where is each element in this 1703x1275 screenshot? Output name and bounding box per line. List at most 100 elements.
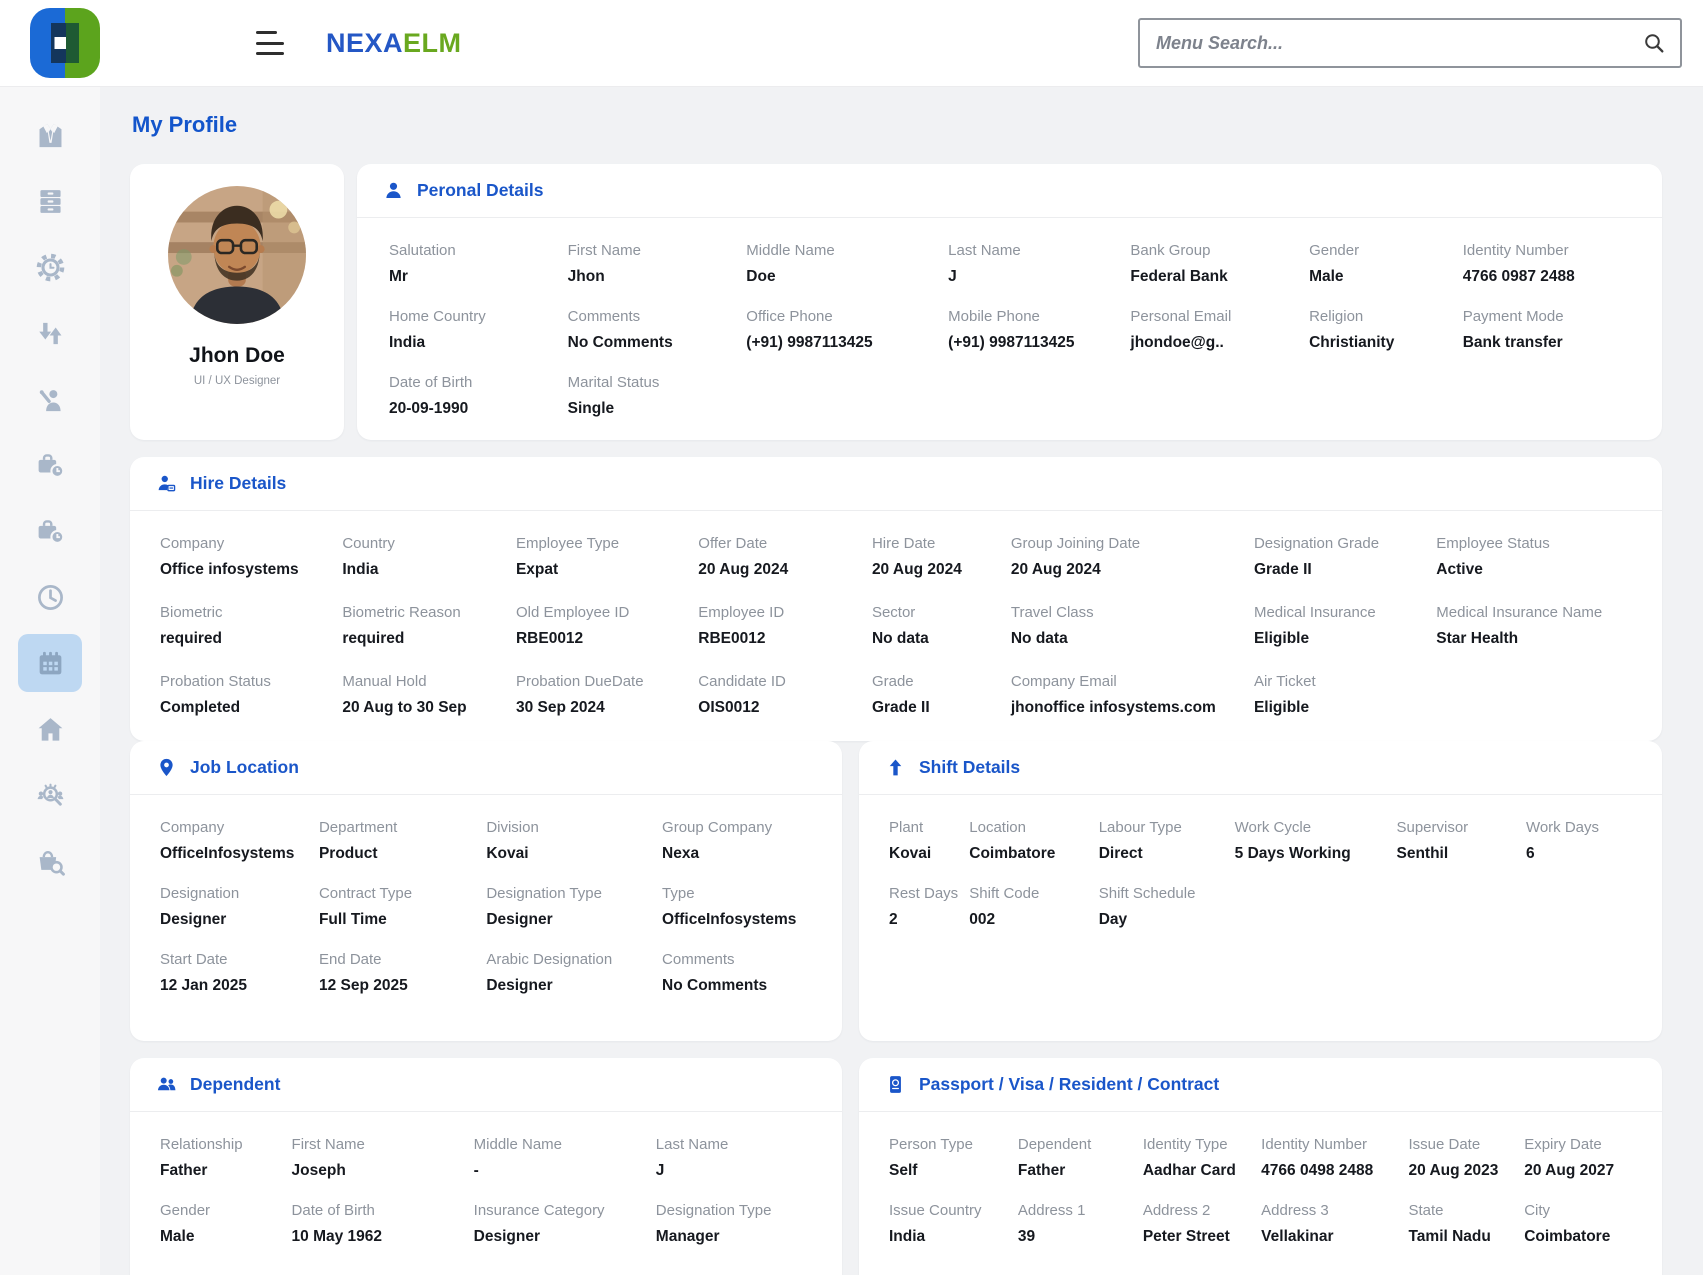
field-label: Company xyxy=(160,819,319,836)
field: CompanyOfficeInfosystems xyxy=(160,819,319,863)
field-label: Sector xyxy=(872,604,1011,621)
field-label: Dependent xyxy=(1018,1136,1143,1153)
field-value: 5 Days Working xyxy=(1235,845,1397,863)
menu-search-box[interactable] xyxy=(1138,18,1682,68)
field: First NameJoseph xyxy=(292,1136,474,1180)
field: Offer Date20 Aug 2024 xyxy=(698,535,872,579)
search-input[interactable] xyxy=(1154,32,1642,55)
field: Address 3Vellakinar xyxy=(1261,1202,1408,1246)
field: CompanyOffice infosystems xyxy=(160,535,342,579)
field-value: Father xyxy=(160,1162,292,1180)
field: Issue CountryIndia xyxy=(889,1202,1018,1246)
field-value: 12 Jan 2025 xyxy=(160,977,319,995)
field: SupervisorSenthil xyxy=(1396,819,1525,863)
field-value: OIS0012 xyxy=(698,699,872,717)
field-value: Designer xyxy=(486,911,662,929)
job-location-card: Job Location CompanyOfficeInfosystemsDep… xyxy=(130,741,842,1041)
person-badge-icon xyxy=(156,473,177,494)
field-value: Eligible xyxy=(1254,630,1436,648)
passport-header: Passport / Visa / Resident / Contract xyxy=(859,1058,1662,1112)
sidebar-item-home[interactable] xyxy=(18,696,82,762)
field: GradeGrade II xyxy=(872,673,1011,717)
search-icon[interactable] xyxy=(1642,31,1666,55)
field: Employee StatusActive xyxy=(1436,535,1636,579)
arrow-up-icon xyxy=(885,757,906,778)
job-location-header: Job Location xyxy=(130,741,842,795)
field: Religion Christianity xyxy=(1309,308,1463,352)
field: Dependent Father xyxy=(1018,1136,1143,1180)
field-label: Type xyxy=(662,885,816,902)
field-label: Gender xyxy=(160,1202,292,1219)
field-label: Air Ticket xyxy=(1254,673,1436,690)
sidebar-item-time[interactable] xyxy=(18,564,82,630)
field-value: required xyxy=(342,630,516,648)
field: DivisionKovai xyxy=(486,819,662,863)
sidebar-item-transfers[interactable] xyxy=(18,300,82,366)
field: Shift ScheduleDay xyxy=(1099,885,1235,929)
sidebar-item-workforce[interactable] xyxy=(18,102,82,168)
dependent-card: Dependent RelationshipFatherFirst NameJo… xyxy=(130,1058,842,1275)
field-value: Coimbatore xyxy=(1524,1228,1636,1246)
field-label: Mobile Phone xyxy=(948,308,1130,325)
field-value: jhonoffice infosystems.com xyxy=(1011,699,1254,717)
field-label: Probation Status xyxy=(160,673,342,690)
field-label: Person Type xyxy=(889,1136,1018,1153)
field-value: Aadhar Card xyxy=(1143,1162,1261,1180)
field-label: Bank Group xyxy=(1130,242,1309,259)
field-value: Office infosystems xyxy=(160,561,342,579)
field-label: Biometric xyxy=(160,604,342,621)
sidebar-item-leave[interactable] xyxy=(18,432,82,498)
nexaelm-logo-icon xyxy=(30,8,100,78)
sidebar-item-self-service[interactable] xyxy=(18,366,82,432)
sidebar-item-records[interactable] xyxy=(18,168,82,234)
section-title: Job Location xyxy=(190,757,299,778)
field-label: Last Name xyxy=(948,242,1130,259)
field-value: Christianity xyxy=(1309,334,1463,352)
sidebar-item-job-search[interactable] xyxy=(18,828,82,894)
field: Probation DueDate30 Sep 2024 xyxy=(516,673,698,717)
field-value: 39 xyxy=(1018,1228,1143,1246)
field: Address 139 xyxy=(1018,1202,1143,1246)
field-label: Insurance Category xyxy=(474,1202,656,1219)
hire-details-fields: CompanyOffice infosystemsCountryIndiaEmp… xyxy=(130,511,1662,737)
field-label: Manual Hold xyxy=(342,673,516,690)
field-value: Eligible xyxy=(1254,699,1436,717)
field-value: 20 Aug 2024 xyxy=(698,561,872,579)
field-label: Middle Name xyxy=(474,1136,656,1153)
home-icon xyxy=(35,714,66,745)
field-label: Payment Mode xyxy=(1463,308,1636,325)
field-label: Expiry Date xyxy=(1524,1136,1636,1153)
personal-details-card: Peronal Details SalutationMrFirst NameJh… xyxy=(357,164,1662,440)
field-label: Grade xyxy=(872,673,1011,690)
field-label: Religion xyxy=(1309,308,1463,325)
field: Biometric Reasonrequired xyxy=(342,604,516,648)
field: CommentsNo Comments xyxy=(662,951,816,995)
personal-details-header: Peronal Details xyxy=(357,164,1662,218)
field-value: Father xyxy=(1018,1162,1143,1180)
field-label: Address 2 xyxy=(1143,1202,1261,1219)
menu-hamburger-icon[interactable] xyxy=(256,31,286,55)
field: Contract TypeFull Time xyxy=(319,885,486,929)
field-value: required xyxy=(160,630,342,648)
sidebar-item-attendance-jobs[interactable] xyxy=(18,498,82,564)
shift-details-card: Shift Details PlantKovaiLocationCoimbato… xyxy=(859,741,1662,1041)
sidebar-item-talent-search[interactable] xyxy=(18,762,82,828)
field: Insurance CategoryDesigner xyxy=(474,1202,656,1246)
field: Identity Number4766 0498 2488 xyxy=(1261,1136,1408,1180)
field-label: Designation Type xyxy=(656,1202,816,1219)
field-label: Old Employee ID xyxy=(516,604,698,621)
top-header: NEXAELM xyxy=(0,0,1703,86)
sidebar-item-calendar-active[interactable] xyxy=(18,634,82,692)
field: Start Date12 Jan 2025 xyxy=(160,951,319,995)
shift-details-fields: PlantKovaiLocationCoimbatoreLabour TypeD… xyxy=(859,795,1662,949)
field-label: Employee Status xyxy=(1436,535,1636,552)
sidebar-nav xyxy=(0,86,100,1275)
field: End Date12 Sep 2025 xyxy=(319,951,486,995)
field-label: Last Name xyxy=(656,1136,816,1153)
field: Designation TypeManager xyxy=(656,1202,816,1246)
sidebar-item-time-settings[interactable] xyxy=(18,234,82,300)
field-label: Group Company xyxy=(662,819,816,836)
suit-tie-icon xyxy=(35,120,66,151)
field-value: Grade II xyxy=(1254,561,1436,579)
field-value: Expat xyxy=(516,561,698,579)
